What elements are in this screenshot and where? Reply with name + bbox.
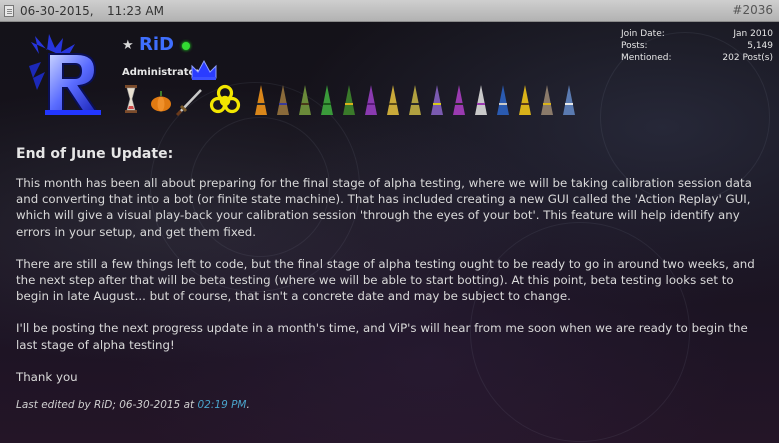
post-body: End of June Update: This month has been … [16,146,768,411]
user-title: Administrator [122,67,201,78]
last-edited-note: Last edited by RiD; 06-30-2015 at 02:19 … [16,399,768,411]
party-hat-icon [365,85,377,115]
post-paragraph: There are still a few things left to cod… [16,256,755,304]
party-hat-icon [409,85,421,115]
user-avatar[interactable] [25,32,111,118]
edit-suffix: . [246,399,250,412]
edit-time: 02:19 PM [197,399,247,412]
post-container: ★ RiD Administrator Join Date: Jan 2010 … [0,22,779,443]
party-hat-icon [343,85,355,115]
join-date-label: Join Date: [621,29,665,39]
blue-r-avatar [29,34,101,115]
party-hat-icon [387,85,399,115]
posts-value: 5,149 [747,41,773,51]
party-hat-icon [299,85,311,115]
post-paragraph: I'll be posting the next progress update… [16,321,748,352]
star-icon: ★ [122,38,134,53]
party-hat-icon [255,85,267,115]
party-hat-icon [475,85,487,115]
party-hat-icon [541,85,553,115]
post-icon [4,5,14,17]
post-paragraph: Thank you [16,369,78,384]
post-date: 06-30-2015, [20,4,94,18]
post-number-link[interactable]: #2036 [732,3,773,17]
party-hat-icon [277,85,289,115]
mentioned-row: Mentioned: 202 Post(s) [621,53,773,65]
party-hat-icon [497,85,509,115]
online-status-icon [182,42,190,50]
mentioned-label: Mentioned: [621,53,672,63]
crown-icon [191,59,217,80]
biohazard-icon [209,84,241,114]
party-hat-icon [431,85,443,115]
party-hat-icon [563,85,575,115]
post-paragraph: This month has been all about preparing … [16,176,752,239]
mentioned-value: 202 Post(s) [722,53,773,63]
post-time: 11:23 AM [107,4,164,18]
post-title: End of June Update: [16,146,174,162]
username-link[interactable]: RiD [139,34,174,55]
posts-label: Posts: [621,41,648,51]
post-header-bar: 06-30-2015, 11:23 AM #2036 [0,0,779,22]
join-date-row: Join Date: Jan 2010 [621,29,773,41]
sword-icon [175,89,202,116]
hourglass-icon [125,85,137,113]
posts-row: Posts: 5,149 [621,41,773,53]
edit-prefix: Last edited by RiD; 06-30-2015 at [16,399,195,412]
pumpkin-icon [151,91,171,112]
party-hat-icon [519,85,531,115]
party-hat-icon [321,85,333,115]
party-hat-icon [453,85,465,115]
user-stats: Join Date: Jan 2010 Posts: 5,149 Mention… [621,29,773,65]
join-date-value: Jan 2010 [733,29,773,39]
